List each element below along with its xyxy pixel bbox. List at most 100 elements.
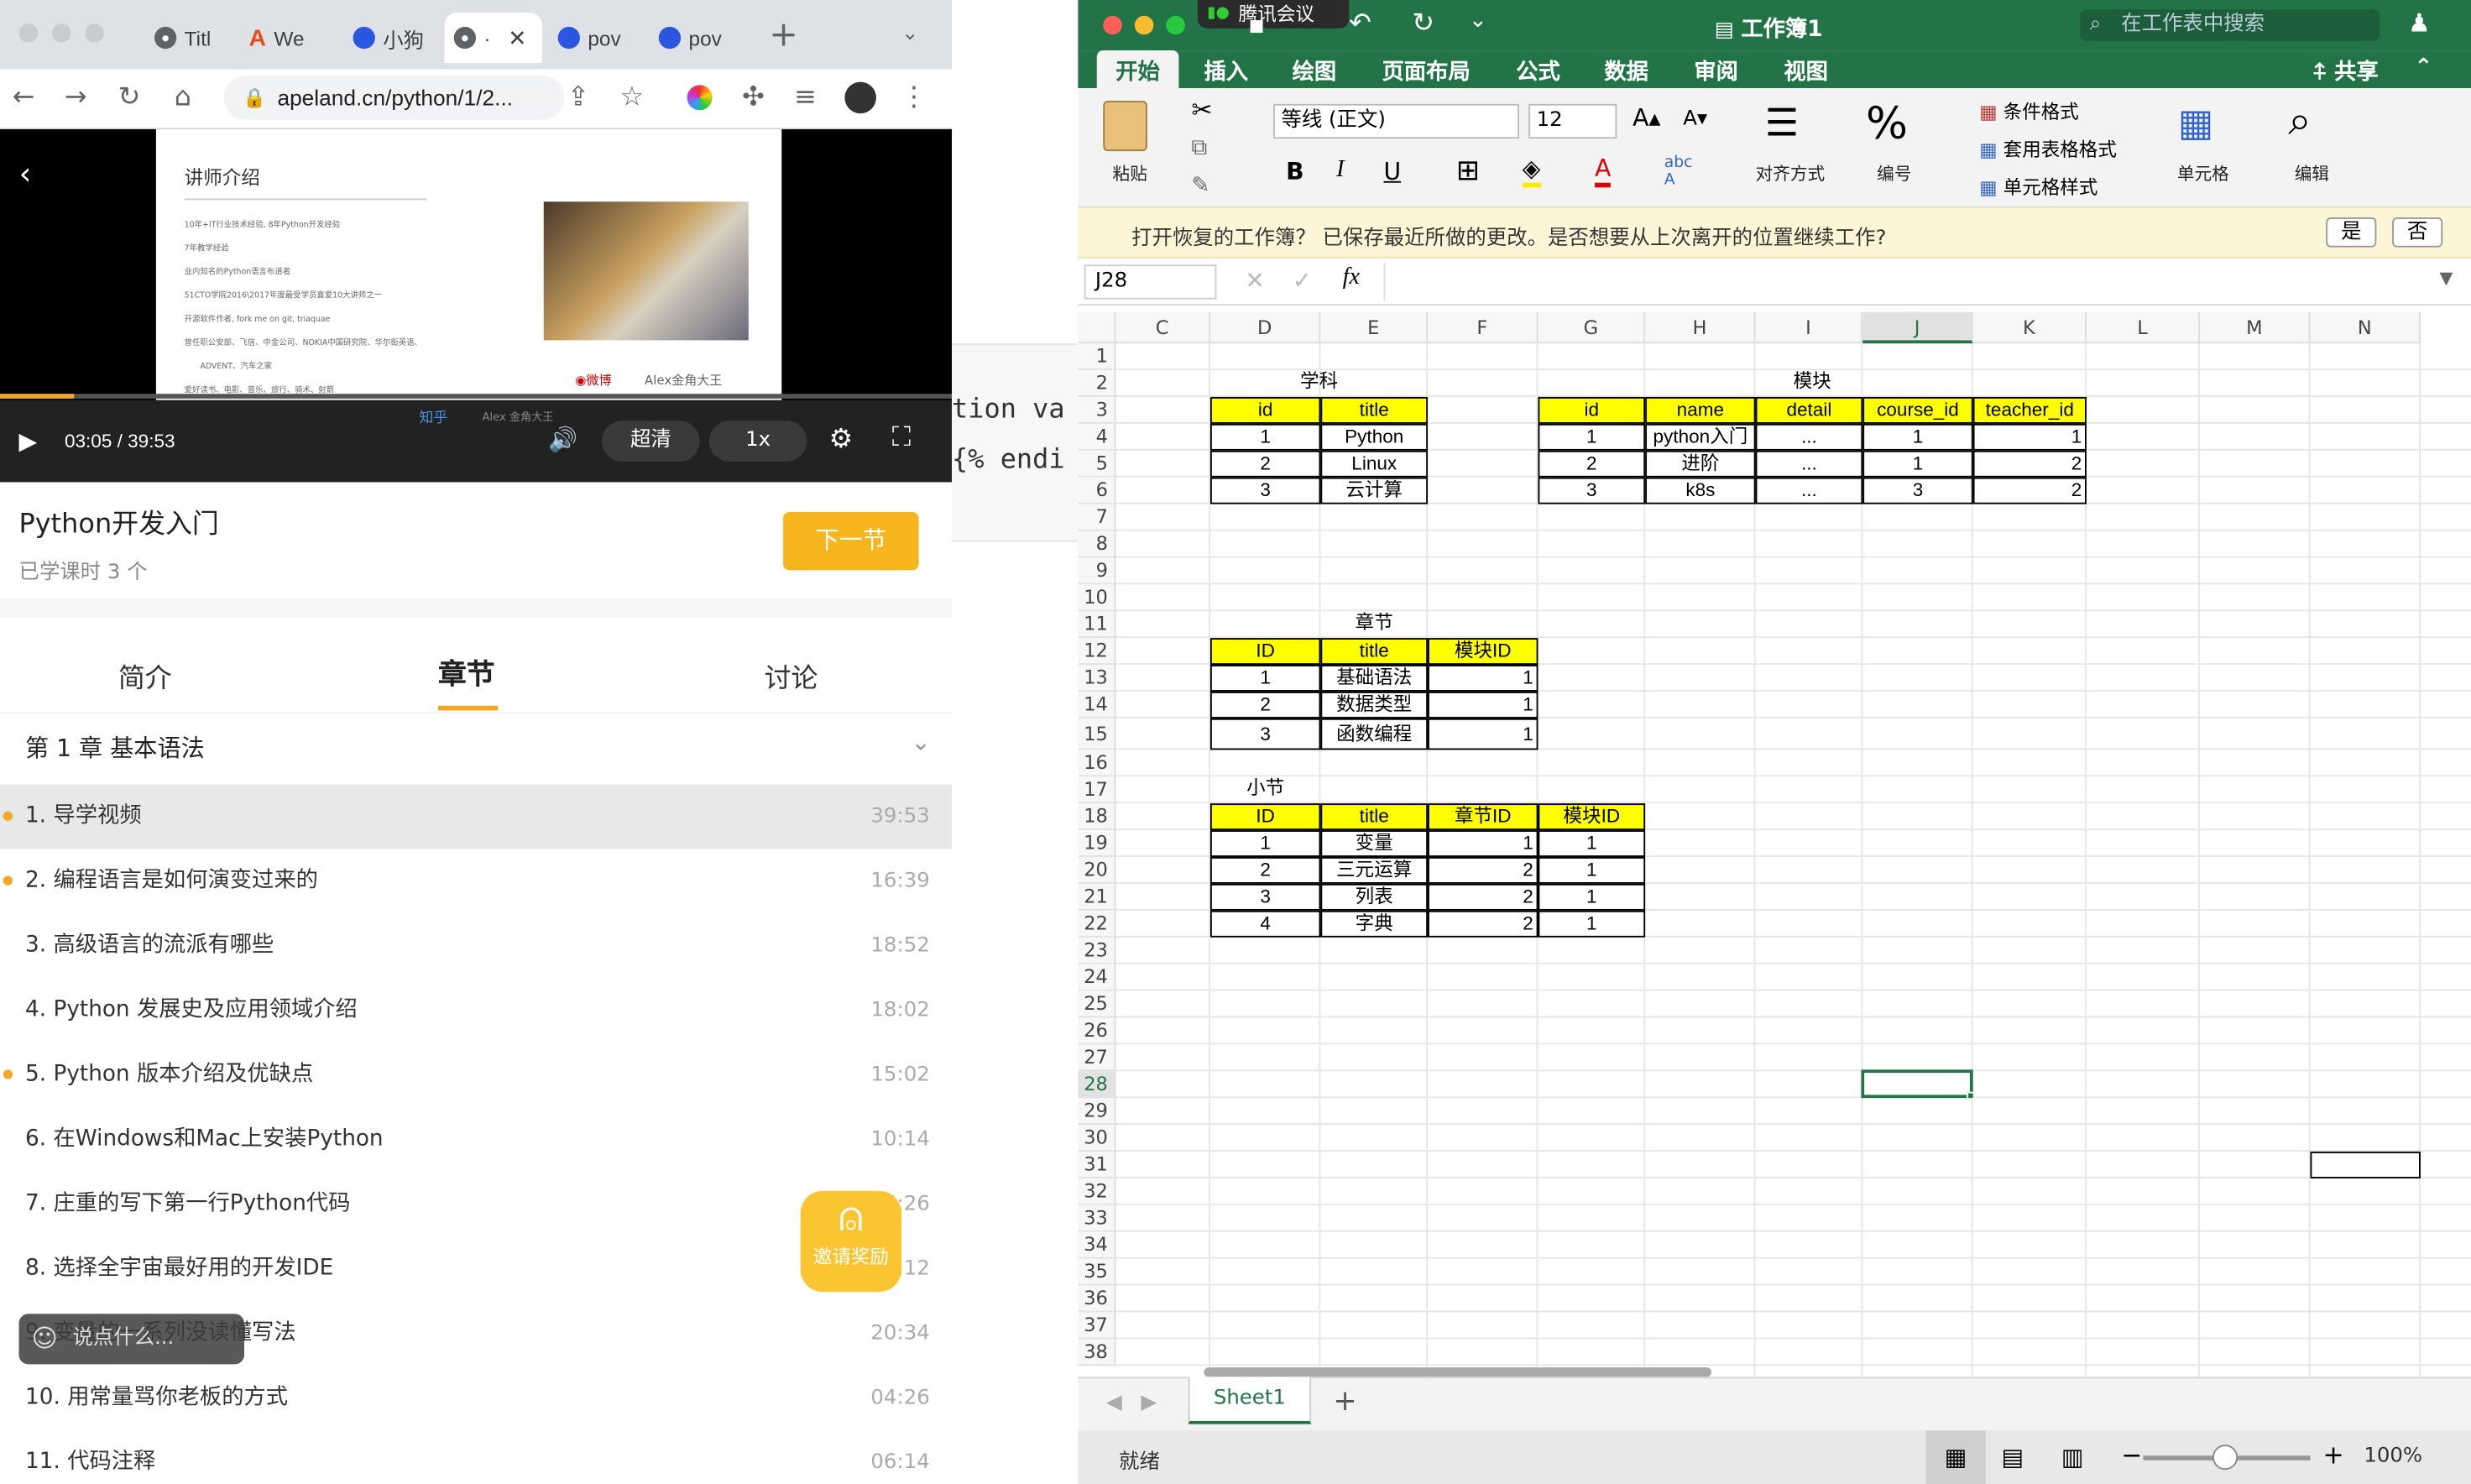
cell[interactable]: 1 xyxy=(1428,718,1538,750)
expand-formula-icon[interactable]: ▼ xyxy=(2439,268,2453,288)
redo-icon[interactable]: ↻ xyxy=(1412,8,1434,39)
tab-page-layout[interactable]: 页面布局 xyxy=(1382,55,1471,87)
underline-icon[interactable]: U xyxy=(1383,158,1401,186)
account-icon[interactable]: ♟ xyxy=(2408,8,2431,38)
outlined-cell[interactable] xyxy=(2310,1151,2421,1178)
next-lesson-button[interactable]: 下一节 xyxy=(783,511,919,571)
column-header[interactable]: E xyxy=(1320,311,1429,344)
cell[interactable]: 1 xyxy=(1538,883,1646,911)
address-bar[interactable]: 🔒 apeland.cn/python/1/2... xyxy=(223,76,565,120)
cell[interactable]: 1 xyxy=(1428,830,1538,858)
tab-formulas[interactable]: 公式 xyxy=(1516,55,1560,87)
sheet-search-input[interactable]: ⌕ 在工作表中搜索 xyxy=(2080,9,2380,41)
cut-icon[interactable]: ✂ xyxy=(1191,95,1212,125)
font-size-select[interactable]: 12 xyxy=(1528,103,1617,139)
cell[interactable]: ... xyxy=(1755,477,1863,504)
reload-icon[interactable]: ↻ xyxy=(112,82,146,114)
play-icon[interactable]: ▶ xyxy=(19,427,38,456)
yes-button[interactable]: 是 xyxy=(2326,217,2377,248)
phonetic-icon[interactable]: abc A xyxy=(1664,154,1693,189)
avatar[interactable] xyxy=(844,81,876,114)
cell[interactable]: 2 xyxy=(1972,450,2087,478)
quality-button[interactable]: 超清 xyxy=(602,421,700,462)
decrease-font-icon[interactable]: A▾ xyxy=(1683,107,1707,131)
row-header[interactable]: 17 xyxy=(1078,776,1116,804)
font-color-icon[interactable]: A xyxy=(1595,154,1612,188)
cell[interactable]: 字典 xyxy=(1320,910,1429,938)
column-header[interactable]: L xyxy=(2086,311,2201,344)
cell[interactable]: title xyxy=(1320,803,1429,831)
row-header[interactable]: 12 xyxy=(1078,638,1116,666)
lesson-item[interactable]: 5. Python 版本介绍及优缺点 15:02 xyxy=(0,1042,952,1107)
cell[interactable]: 1 xyxy=(1538,857,1646,884)
format-painter-icon[interactable]: ✎ xyxy=(1191,173,1209,198)
zoom-window-button[interactable] xyxy=(1166,15,1185,35)
cell[interactable]: teacher_id xyxy=(1972,396,2087,424)
next-sheet-icon[interactable]: ▶ xyxy=(1141,1391,1157,1414)
chevron-down-icon[interactable]: ⌄ xyxy=(901,22,918,45)
tab-intro[interactable]: 简介 xyxy=(118,656,172,695)
invite-reward-button[interactable]: ⍝ 邀请奖励 xyxy=(800,1190,901,1293)
share-icon[interactable]: ⇪ xyxy=(561,82,595,114)
active-cell-J28[interactable] xyxy=(1861,1069,1973,1099)
cell[interactable]: 1 xyxy=(1862,423,1973,451)
cancel-icon[interactable]: ✕ xyxy=(1245,266,1265,295)
cell[interactable]: 1 xyxy=(1428,691,1538,718)
row-header[interactable]: 21 xyxy=(1078,883,1116,911)
row-header[interactable]: 37 xyxy=(1078,1312,1116,1340)
row-header[interactable]: 33 xyxy=(1078,1204,1116,1232)
no-button[interactable]: 否 xyxy=(2392,217,2443,248)
cell[interactable]: 小节 xyxy=(1210,776,1320,803)
row-header[interactable]: 3 xyxy=(1078,396,1116,424)
row-header[interactable]: 1 xyxy=(1078,343,1116,371)
cell[interactable]: 1 xyxy=(1209,423,1321,451)
row-header[interactable]: 31 xyxy=(1078,1151,1116,1178)
cell[interactable]: detail xyxy=(1755,396,1863,424)
cell[interactable]: 1 xyxy=(1972,423,2087,451)
zoom-out-icon[interactable]: − xyxy=(2121,1440,2142,1470)
fill-handle[interactable] xyxy=(1967,1091,1975,1100)
align-icon[interactable]: ☰ xyxy=(1765,101,1799,145)
browser-tab[interactable]: ● Titl xyxy=(145,13,237,63)
row-header[interactable]: 34 xyxy=(1078,1231,1116,1259)
select-all-corner[interactable] xyxy=(1078,311,1116,344)
row-header[interactable]: 27 xyxy=(1078,1044,1116,1072)
fill-color-icon[interactable]: ◈ xyxy=(1522,154,1541,188)
row-header[interactable]: 28 xyxy=(1078,1071,1116,1099)
speed-button[interactable]: 1x xyxy=(708,421,807,462)
browser-tab[interactable]: pov xyxy=(650,13,744,63)
tab-home[interactable]: 开始 xyxy=(1115,55,1160,87)
back-arrow-icon[interactable]: ‹ xyxy=(19,154,32,192)
cell[interactable]: 2 xyxy=(1209,691,1321,718)
column-header[interactable]: C xyxy=(1115,311,1210,344)
tab-discussion[interactable]: 讨论 xyxy=(765,656,818,695)
reading-list-icon[interactable]: ≡ xyxy=(788,82,823,114)
name-box[interactable]: J28 xyxy=(1084,264,1217,300)
normal-view-button[interactable]: ▦ xyxy=(1925,1430,1986,1484)
zoom-window-button[interactable] xyxy=(85,24,104,43)
cell[interactable]: course_id xyxy=(1862,396,1973,424)
minimize-window-button[interactable] xyxy=(51,24,71,43)
row-header[interactable]: 19 xyxy=(1078,830,1116,858)
cell[interactable]: title xyxy=(1320,638,1429,666)
cell[interactable]: 2 xyxy=(1538,450,1646,478)
find-icon[interactable]: ⌕ xyxy=(2288,97,2311,146)
video-player[interactable]: ‹ 讲师介绍 10年+IT行业技术经验, 8年Python开发经验 7年教学经验业… xyxy=(0,128,953,483)
cell[interactable]: 云计算 xyxy=(1320,477,1429,504)
page-layout-view-icon[interactable]: ▤ xyxy=(2001,1443,2024,1471)
column-header[interactable]: I xyxy=(1755,311,1863,344)
minimize-window-button[interactable] xyxy=(1134,15,1154,35)
row-header[interactable]: 10 xyxy=(1078,584,1116,612)
cell-styles-button[interactable]: ▦ 单元格样式 xyxy=(1979,173,2097,200)
font-name-select[interactable]: 等线 (正文) xyxy=(1273,103,1519,139)
percent-icon[interactable]: % xyxy=(1866,97,1908,149)
worksheet-grid[interactable]: C D E F G H I J K L M N 1 2 3 4 5 6 7 8 9 10 11 12 13 14 15 16 17 18 1… xyxy=(1078,311,2471,1377)
column-header[interactable]: N xyxy=(2310,311,2421,344)
color-extension-icon[interactable] xyxy=(687,85,713,111)
row-header[interactable]: 35 xyxy=(1078,1258,1116,1286)
cell[interactable]: 2 xyxy=(1428,910,1538,938)
cell[interactable]: id xyxy=(1538,396,1646,424)
chat-input[interactable]: ☺ 说点什么... xyxy=(18,1314,245,1365)
cell[interactable]: id xyxy=(1209,396,1321,424)
cell[interactable]: title xyxy=(1320,396,1429,424)
